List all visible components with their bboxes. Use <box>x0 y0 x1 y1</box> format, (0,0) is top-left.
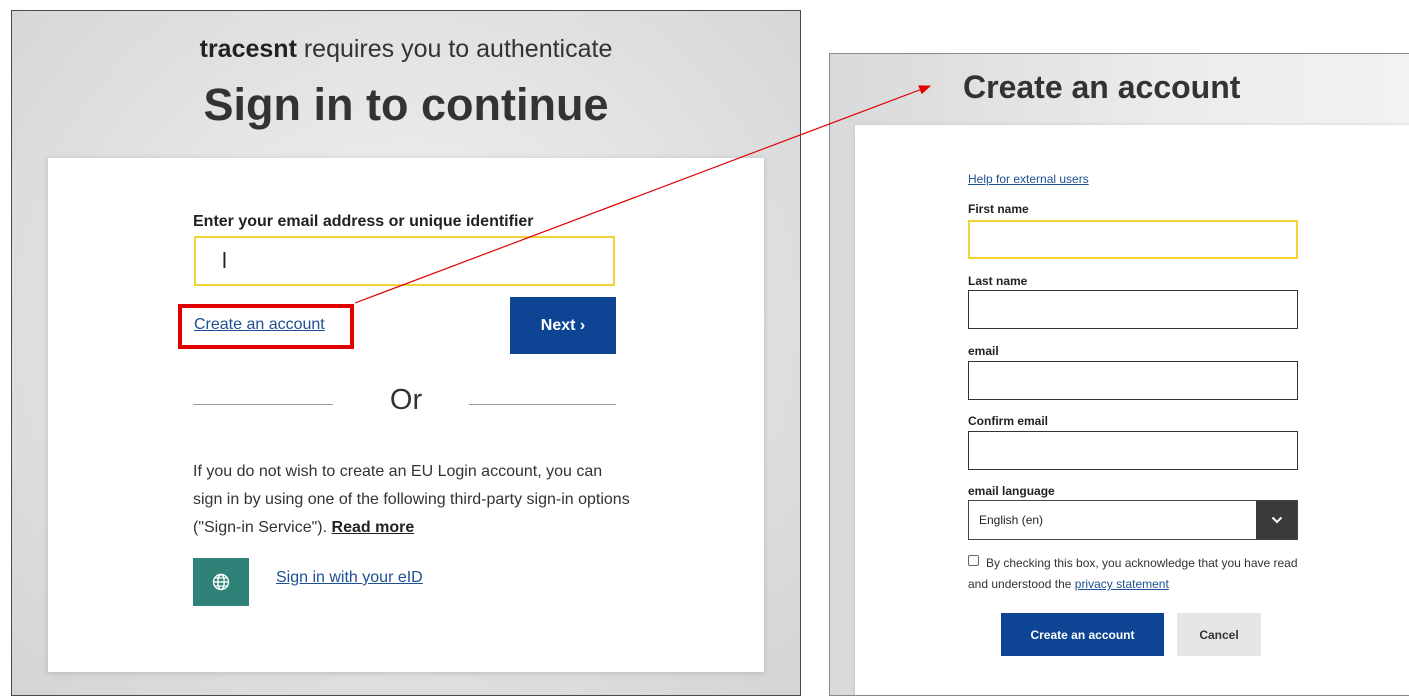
email-language-value: English (en) <box>979 513 1044 527</box>
create-account-panel: Create an account Help for external user… <box>829 53 1409 696</box>
globe-icon[interactable] <box>193 558 249 606</box>
next-button[interactable]: Next › <box>510 297 616 354</box>
login-card: Enter your email address or unique ident… <box>48 158 764 672</box>
sign-in-panel: tracesnt requires you to authenticate Si… <box>11 10 801 696</box>
or-separator: Or <box>389 384 423 416</box>
cancel-button[interactable]: Cancel <box>1177 613 1261 656</box>
privacy-statement-link[interactable]: privacy statement <box>1075 577 1169 591</box>
third-party-info: If you do not wish to create an EU Login… <box>193 458 633 542</box>
email-label: Enter your email address or unique ident… <box>193 213 534 230</box>
globe-icon-graphic <box>212 573 230 591</box>
auth-subtitle: tracesnt requires you to authenticate <box>12 35 800 64</box>
last-name-field[interactable] <box>968 290 1298 329</box>
email-label: email <box>968 344 999 358</box>
create-account-button[interactable]: Create an account <box>1001 613 1164 656</box>
consent-text-block: By checking this box, you acknowledge th… <box>968 553 1298 595</box>
email-field[interactable] <box>968 361 1298 400</box>
confirm-email-field[interactable] <box>968 431 1298 470</box>
registration-form: Help for external users First name Last … <box>855 125 1409 695</box>
eid-sign-in-link[interactable]: Sign in with your eID <box>276 569 423 587</box>
chevron-down-icon-graphic <box>1271 516 1282 524</box>
first-name-label: First name <box>968 202 1029 216</box>
app-name: tracesnt <box>199 35 297 63</box>
requires-text: requires you to authenticate <box>296 35 613 63</box>
create-account-link[interactable]: Create an account <box>194 316 325 334</box>
email-language-label: email language <box>968 484 1055 498</box>
confirm-email-label: Confirm email <box>968 414 1049 428</box>
read-more-link[interactable]: Read more <box>332 519 415 536</box>
first-name-field[interactable] <box>968 220 1298 259</box>
chevron-down-icon[interactable] <box>1256 501 1297 539</box>
email-language-select[interactable]: English (en) <box>968 500 1298 540</box>
create-account-title: Create an account <box>963 69 1241 105</box>
page-title: Sign in to continue <box>203 79 609 130</box>
help-external-users-link[interactable]: Help for external users <box>968 172 1089 186</box>
email-input[interactable] <box>194 236 615 286</box>
last-name-label: Last name <box>968 274 1028 288</box>
divider-right <box>469 404 616 405</box>
